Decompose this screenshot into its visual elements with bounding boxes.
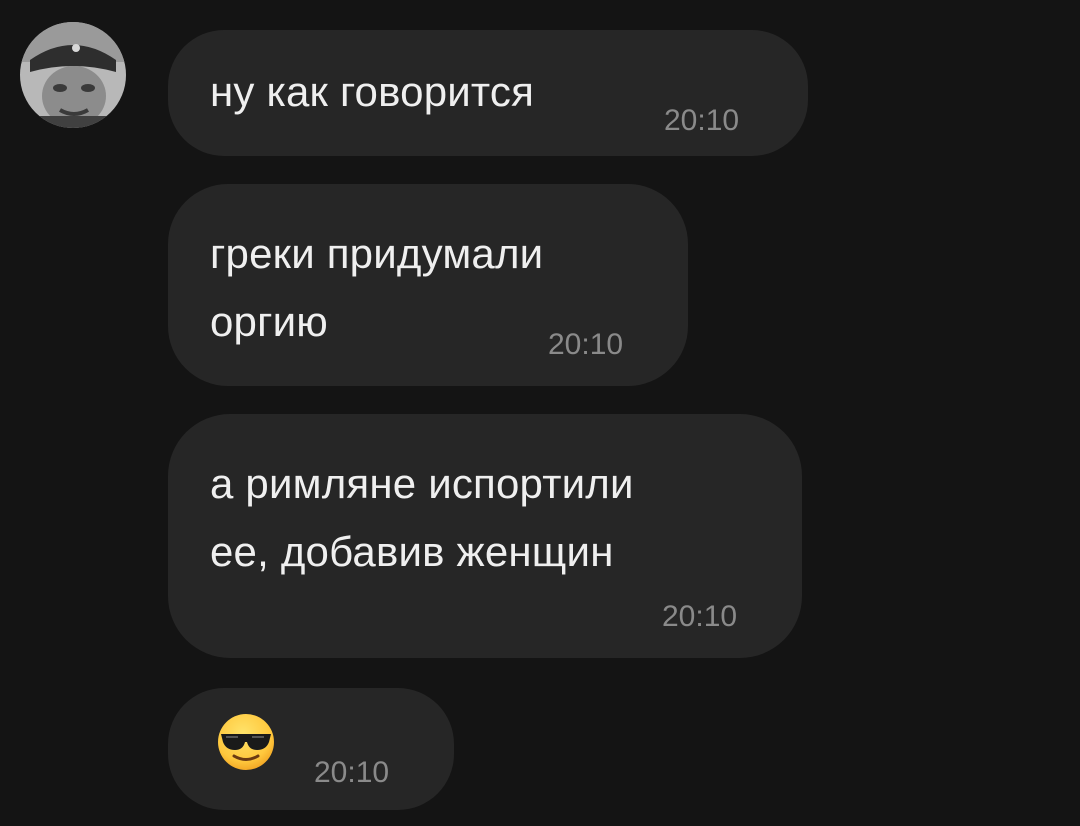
- message-bubble[interactable]: 20:10: [168, 688, 454, 810]
- message-text: а римляне испортили ее, добавив женщин: [210, 450, 634, 586]
- message-bubble[interactable]: ну как говорится 20:10: [168, 30, 808, 156]
- contact-avatar[interactable]: [20, 22, 126, 128]
- message-text: греки придумали оргию: [210, 220, 543, 356]
- message-bubble[interactable]: греки придумали оргию 20:10: [168, 184, 688, 386]
- message-time: 20:10: [314, 756, 390, 789]
- message-time: 20:10: [662, 600, 738, 633]
- message-time: 20:10: [548, 328, 624, 361]
- message-line: а римляне испортили: [210, 460, 634, 507]
- avatar-photo-icon: [20, 22, 126, 128]
- message-text: ну как говорится: [210, 68, 535, 115]
- message-time: 20:10: [664, 104, 740, 137]
- message-line: оргию: [210, 298, 328, 345]
- message-line: ее, добавив женщин: [210, 528, 614, 575]
- smiling-face-with-sunglasses-icon: [218, 714, 274, 770]
- message-line: греки придумали: [210, 230, 544, 277]
- message-bubble[interactable]: а римляне испортили ее, добавив женщин 2…: [168, 414, 802, 658]
